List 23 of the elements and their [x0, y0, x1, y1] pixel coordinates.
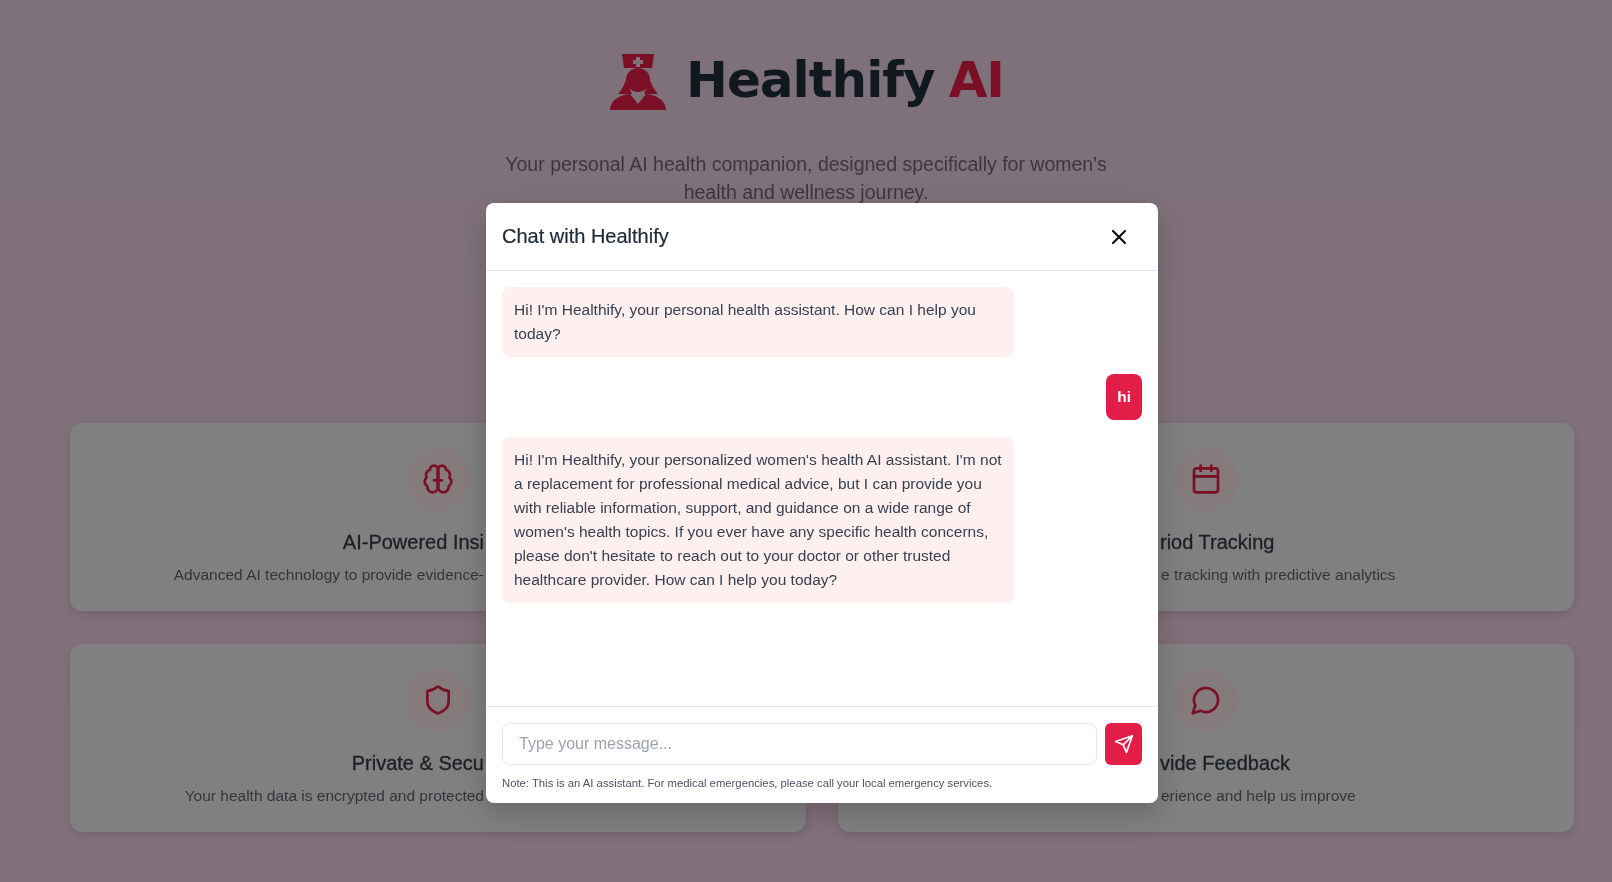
card-description: Advanced AI technology to provide evidence- [173, 566, 484, 584]
close-button[interactable] [1110, 227, 1128, 246]
app-title: Healthify AI [686, 51, 1004, 109]
calendar-icon [1190, 463, 1222, 495]
assistant-message: Hi! I'm Healthify, your personal health assistant. How can I help you today? [502, 287, 1014, 357]
card-title: vide Feedback [1160, 752, 1291, 775]
send-button[interactable] [1105, 723, 1142, 765]
card-description: erience and help us improve [1161, 787, 1356, 805]
card-title: Private & Secu [351, 752, 484, 775]
card-description: e tracking with predictive analytics [1161, 566, 1396, 584]
speech-bubble-icon [1190, 684, 1222, 716]
subtitle: Your personal AI health companion, designed specifically for women's health and wellness journey. [504, 152, 1108, 205]
assistant-message: Hi! I'm Healthify, your personalized women's health AI assistant. I'm not a replacement for professional medical advice, but I can provide you with reliable information, support, and guidance on a wide range of women's health topics. If you ever have any specific health concerns, please don't hesitate to reach out to your doctor or other trusted healthcare provider. How can I help you today? [502, 437, 1014, 603]
close-icon [1110, 227, 1128, 246]
send-icon [1113, 734, 1134, 754]
card-description: Your health data is encrypted and protected [184, 787, 484, 805]
message-input[interactable]: Type your message... [502, 723, 1097, 765]
card-title: riod Tracking [1160, 531, 1275, 554]
disclaimer-note: Note: This is an AI assistant. For medical emergencies, please call your local emergency services. [502, 777, 994, 789]
user-message: hi [1106, 374, 1142, 420]
brain-icon [422, 463, 454, 495]
card-title: AI-Powered Insi [342, 531, 484, 554]
dialog-title: Chat with Healthify [502, 225, 669, 248]
